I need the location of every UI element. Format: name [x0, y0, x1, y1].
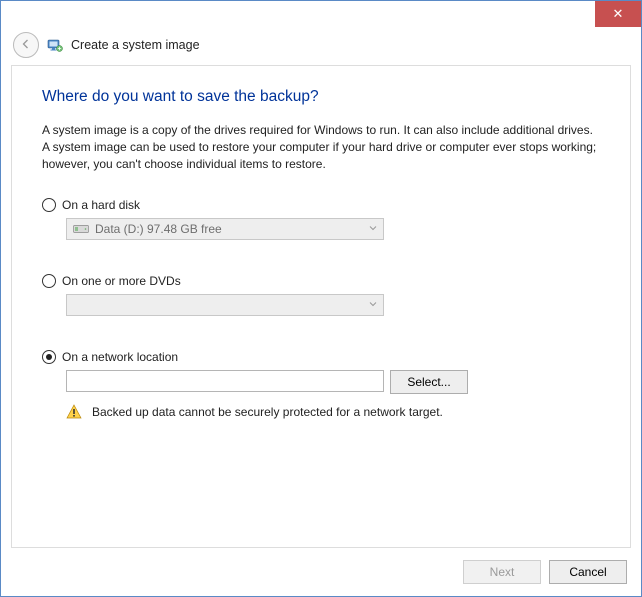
warning-icon [66, 404, 82, 420]
close-button[interactable]: ✕ [595, 1, 641, 27]
option-dvd: On one or more DVDs [42, 274, 600, 316]
back-arrow-icon [20, 38, 32, 53]
radio-icon [42, 274, 56, 288]
radio-dvd[interactable]: On one or more DVDs [42, 274, 600, 288]
chevron-down-icon [367, 224, 379, 235]
page-heading: Where do you want to save the backup? [42, 88, 600, 106]
next-button[interactable]: Next [463, 560, 541, 584]
window-title: Create a system image [71, 38, 200, 52]
radio-label: On a hard disk [62, 198, 140, 212]
titlebar: ✕ [1, 1, 641, 27]
wizard-window: ✕ Create a system image Where do you wan… [0, 0, 642, 597]
select-button[interactable]: Select... [390, 370, 468, 394]
radio-icon [42, 350, 56, 364]
option-hard-disk: On a hard disk Data (D:) 97.48 GB free [42, 198, 600, 240]
drive-icon [73, 223, 89, 235]
radio-label: On one or more DVDs [62, 274, 181, 288]
network-path-input[interactable] [66, 370, 384, 392]
radio-icon [42, 198, 56, 212]
option-network: On a network location Select... Backed u… [42, 350, 600, 420]
system-image-icon [47, 37, 63, 53]
radio-label: On a network location [62, 350, 178, 364]
cancel-button[interactable]: Cancel [549, 560, 627, 584]
back-button[interactable] [13, 32, 39, 58]
close-icon: ✕ [613, 6, 624, 22]
footer-buttons: Next Cancel [463, 560, 627, 584]
page-description: A system image is a copy of the drives r… [42, 122, 600, 172]
header: Create a system image [1, 27, 641, 63]
content-area: Where do you want to save the backup? A … [11, 65, 631, 548]
chevron-down-icon [367, 300, 379, 311]
dvd-combo[interactable] [66, 294, 384, 316]
hard-disk-combo[interactable]: Data (D:) 97.48 GB free [66, 218, 384, 240]
warning-text: Backed up data cannot be securely protec… [92, 405, 443, 419]
hard-disk-value: Data (D:) 97.48 GB free [95, 222, 222, 236]
radio-network[interactable]: On a network location [42, 350, 600, 364]
radio-hard-disk[interactable]: On a hard disk [42, 198, 600, 212]
network-warning: Backed up data cannot be securely protec… [66, 404, 600, 420]
